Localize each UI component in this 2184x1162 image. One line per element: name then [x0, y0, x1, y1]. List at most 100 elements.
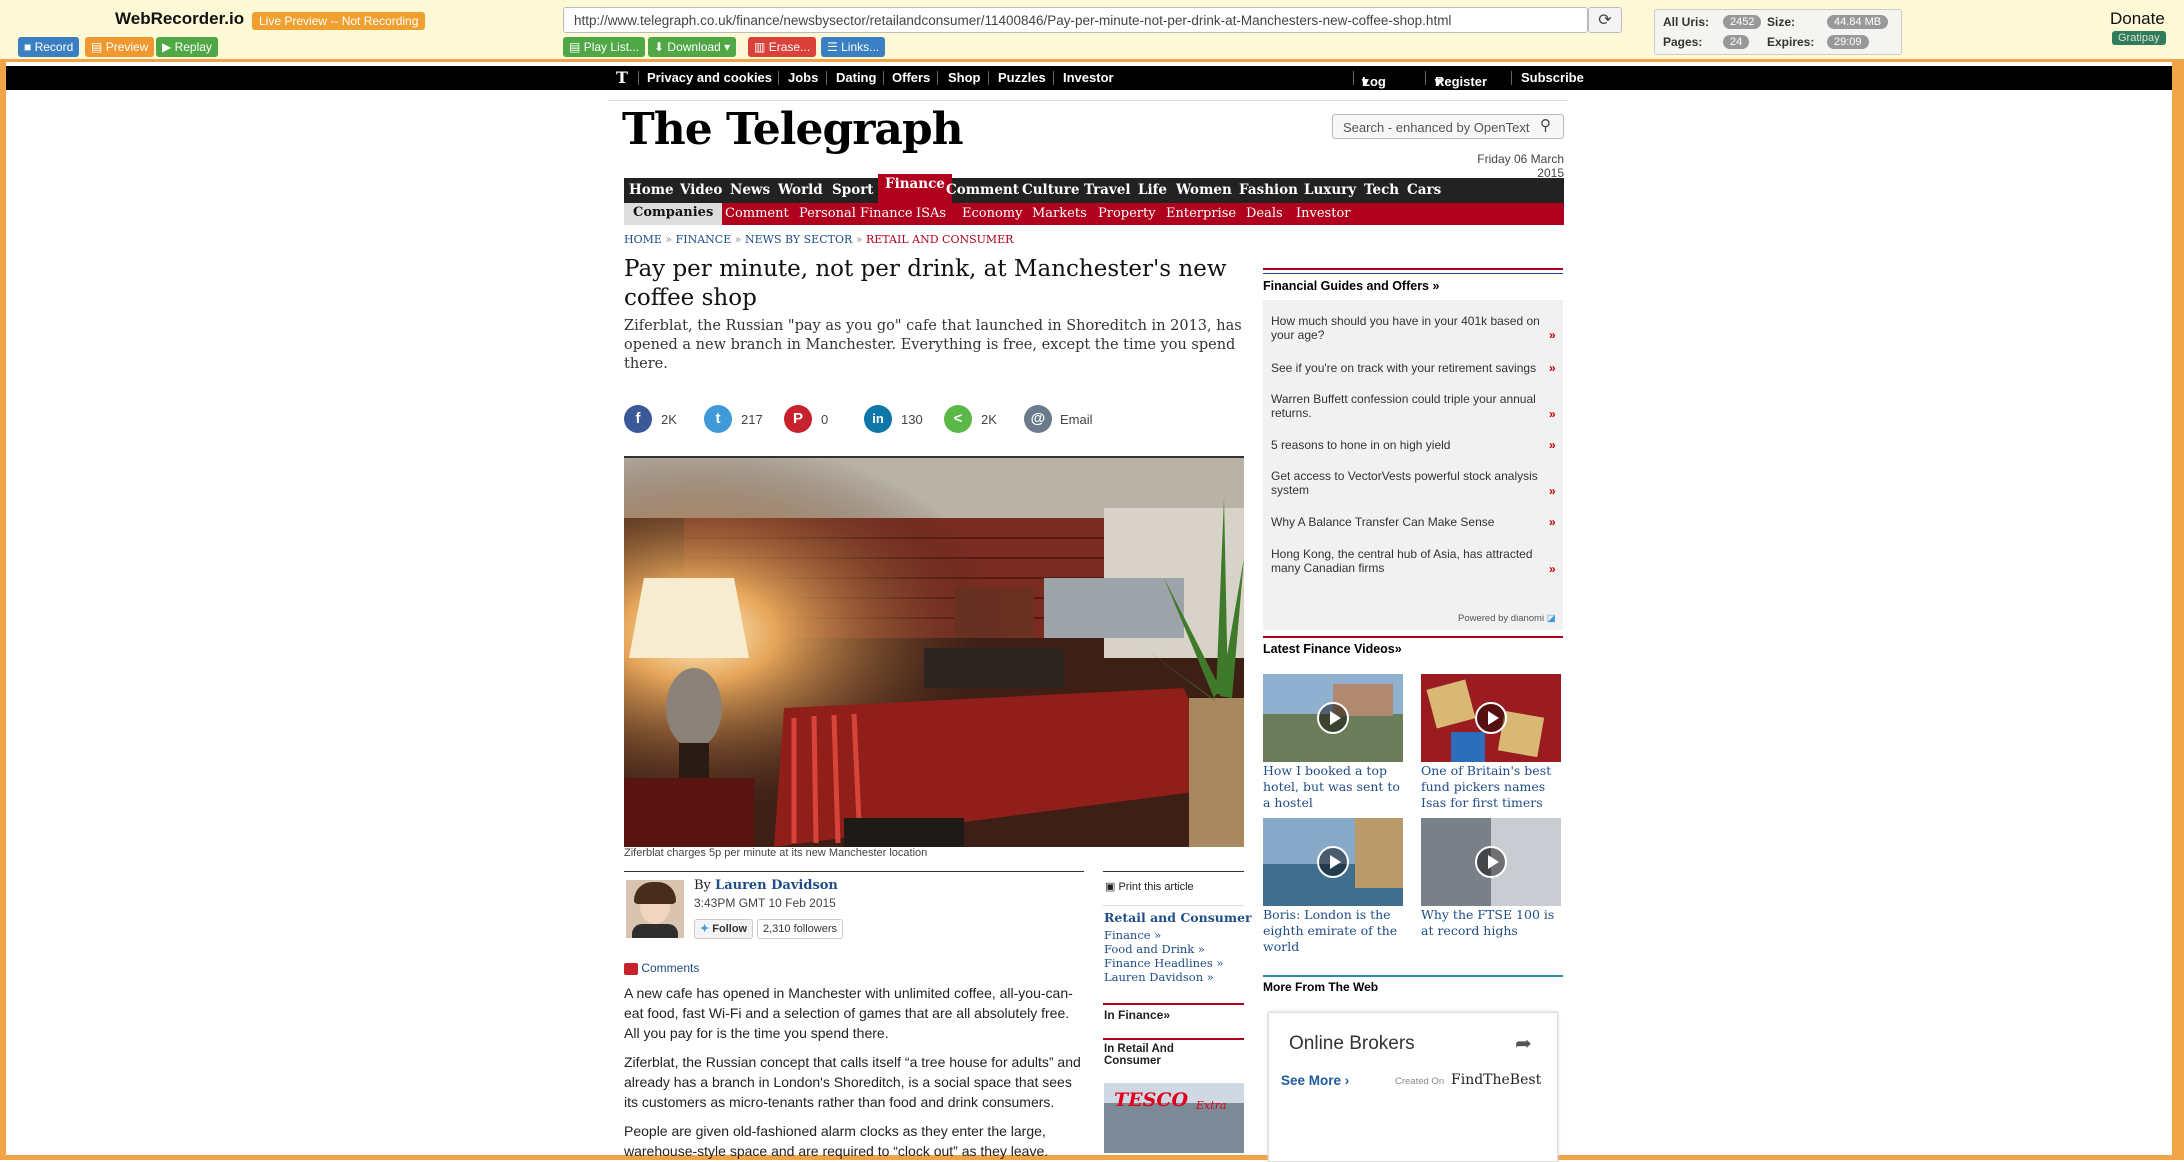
subnav-economy[interactable]: Economy: [962, 206, 1022, 221]
topbar-link-privacy[interactable]: Privacy and cookies: [647, 70, 772, 85]
author-avatar[interactable]: [626, 880, 684, 938]
video-title[interactable]: Why the FTSE 100 is at record highs: [1421, 907, 1563, 939]
followers-count: 2,310 followers: [757, 919, 843, 939]
replay-button[interactable]: ▶ Replay: [156, 37, 218, 57]
twitter-bird-icon: ✦: [700, 923, 710, 935]
breadcrumb-finance[interactable]: FINANCE: [676, 233, 732, 246]
preview-button[interactable]: ▤ Preview: [85, 37, 155, 57]
topbar-link-offers[interactable]: Offers: [892, 70, 930, 85]
nav-sport[interactable]: Sport: [832, 182, 874, 198]
tesco-extra-image[interactable]: TESCO Extra: [1104, 1083, 1244, 1153]
all-uris-count: 2452: [1723, 14, 1762, 29]
subnav-isas[interactable]: ISAs: [916, 206, 946, 221]
video-title[interactable]: Boris: London is the eighth emirate of t…: [1263, 907, 1405, 955]
nav-news[interactable]: News: [730, 182, 770, 198]
subnav-enterprise[interactable]: Enterprise: [1166, 206, 1236, 221]
breadcrumb-news-by-sector[interactable]: NEWS BY SECTOR: [745, 233, 852, 246]
see-more-link[interactable]: See More ›: [1281, 1073, 1349, 1088]
record-button[interactable]: ■ Record: [18, 37, 80, 57]
nav-culture[interactable]: Culture: [1022, 182, 1079, 198]
topbar-link-investor[interactable]: Investor: [1063, 70, 1114, 85]
pinterest-icon[interactable]: P: [784, 405, 812, 433]
nav-home[interactable]: Home: [629, 182, 674, 198]
subnav-personal-finance[interactable]: Personal Finance: [799, 206, 913, 221]
download-button[interactable]: ⬇ Download ▾: [648, 37, 737, 57]
widget-title[interactable]: Online Brokers: [1289, 1033, 1415, 1055]
chevron-right-icon: »: [1549, 562, 1556, 576]
download-icon: ⬇: [654, 40, 665, 54]
findthebest-logo[interactable]: FindTheBest: [1451, 1072, 1541, 1088]
topbar-link-shop[interactable]: Shop: [948, 70, 981, 85]
subnav-markets[interactable]: Markets: [1032, 206, 1087, 221]
related-link[interactable]: Finance Headlines »: [1104, 956, 1223, 970]
subnav-property[interactable]: Property: [1098, 206, 1156, 221]
related-section-head[interactable]: Retail and Consumer: [1104, 910, 1252, 925]
author-link[interactable]: Lauren Davidson: [715, 878, 838, 893]
twitter-follow-button[interactable]: ✦ Follow: [694, 919, 754, 939]
video-thumb-hostel[interactable]: [1263, 674, 1403, 762]
video-thumb-ftse[interactable]: [1421, 818, 1561, 906]
offer-link[interactable]: Why A Balance Transfer Can Make Sense: [1271, 515, 1553, 529]
search-input[interactable]: Search - enhanced by OpenText: [1332, 114, 1564, 139]
related-link[interactable]: Food and Drink »: [1104, 942, 1223, 956]
video-thumb-boris[interactable]: [1263, 818, 1403, 906]
nav-tech[interactable]: Tech: [1364, 182, 1399, 198]
facebook-icon[interactable]: f: [624, 405, 652, 433]
video-title[interactable]: How I booked a top hotel, but was sent t…: [1263, 763, 1405, 811]
telegraph-t-logo-icon[interactable]: T: [616, 68, 628, 87]
share-arrow-icon[interactable]: ➦: [1515, 1031, 1532, 1056]
playlist-button[interactable]: ▤ Play List...: [563, 37, 646, 57]
nav-travel[interactable]: Travel: [1084, 182, 1131, 198]
twitter-icon[interactable]: t: [704, 405, 732, 433]
nav-world[interactable]: World: [778, 182, 823, 198]
subnav-comment[interactable]: Comment: [725, 206, 789, 221]
nav-cars[interactable]: Cars: [1407, 182, 1441, 198]
subnav-deals[interactable]: Deals: [1246, 206, 1283, 221]
subnav-companies-active[interactable]: Companies: [624, 203, 723, 225]
subscribe-link[interactable]: Subscribe: [1521, 70, 1584, 85]
share-icon[interactable]: <: [944, 405, 972, 433]
topbar-link-dating[interactable]: Dating: [836, 70, 876, 85]
video-title[interactable]: One of Britain's best fund pickers names…: [1421, 763, 1563, 811]
nav-finance-active[interactable]: Finance: [878, 174, 952, 203]
offer-link[interactable]: Warren Buffett confession could triple y…: [1271, 392, 1553, 420]
in-retail-head[interactable]: In Retail And Consumer: [1104, 1043, 1224, 1067]
offer-link[interactable]: 5 reasons to hone in on high yield: [1271, 438, 1553, 452]
print-article-link[interactable]: ▣ Print this article: [1105, 880, 1194, 893]
video-thumb-isas[interactable]: [1421, 674, 1561, 762]
offer-link[interactable]: See if you're on track with your retirem…: [1271, 361, 1553, 375]
offer-link[interactable]: Hong Kong, the central hub of Asia, has …: [1271, 547, 1553, 575]
links-button[interactable]: ☰ Links...: [821, 37, 886, 57]
offer-link[interactable]: Get access to VectorVests powerful stock…: [1271, 469, 1553, 497]
nav-life[interactable]: Life: [1138, 182, 1167, 198]
topbar-link-puzzles[interactable]: Puzzles: [998, 70, 1046, 85]
comments-link[interactable]: Comments: [624, 961, 699, 975]
nav-women[interactable]: Women: [1176, 182, 1232, 198]
nav-video[interactable]: Video: [680, 182, 722, 198]
topbar-link-jobs[interactable]: Jobs: [788, 70, 818, 85]
nav-luxury[interactable]: Luxury: [1304, 182, 1356, 198]
guides-heading[interactable]: Financial Guides and Offers »: [1263, 279, 1439, 293]
telegraph-logo[interactable]: The Telegraph: [622, 104, 964, 155]
in-finance-head[interactable]: In Finance»: [1104, 1008, 1170, 1022]
subnav-investor[interactable]: Investor: [1296, 206, 1350, 221]
more-web-rule: [1263, 975, 1563, 977]
url-input[interactable]: http://www.telegraph.co.uk/finance/newsb…: [563, 7, 1588, 33]
nav-fashion[interactable]: Fashion: [1239, 182, 1298, 198]
offer-link[interactable]: How much should you have in your 401k ba…: [1271, 314, 1553, 342]
erase-button[interactable]: ▥ Erase...: [748, 37, 817, 57]
email-label[interactable]: Email: [1060, 412, 1093, 427]
related-link[interactable]: Lauren Davidson »: [1104, 970, 1223, 984]
videos-heading[interactable]: Latest Finance Videos»: [1263, 642, 1402, 656]
breadcrumb-retail-and-consumer[interactable]: RETAIL AND CONSUMER: [866, 233, 1013, 246]
donate-link[interactable]: Donate: [2110, 9, 2165, 29]
powered-by-dianomi[interactable]: Powered by dianomi ◪: [1458, 613, 1556, 624]
nav-comment[interactable]: Comment: [946, 182, 1019, 198]
email-icon[interactable]: @: [1024, 405, 1052, 433]
breadcrumb-home[interactable]: HOME: [624, 233, 662, 246]
related-link[interactable]: Finance »: [1104, 928, 1223, 942]
search-icon[interactable]: ⚲: [1540, 116, 1551, 134]
refresh-icon[interactable]: ⟳: [1588, 7, 1622, 33]
linkedin-icon[interactable]: in: [864, 405, 892, 433]
gratipay-button[interactable]: Gratipay: [2112, 31, 2166, 45]
